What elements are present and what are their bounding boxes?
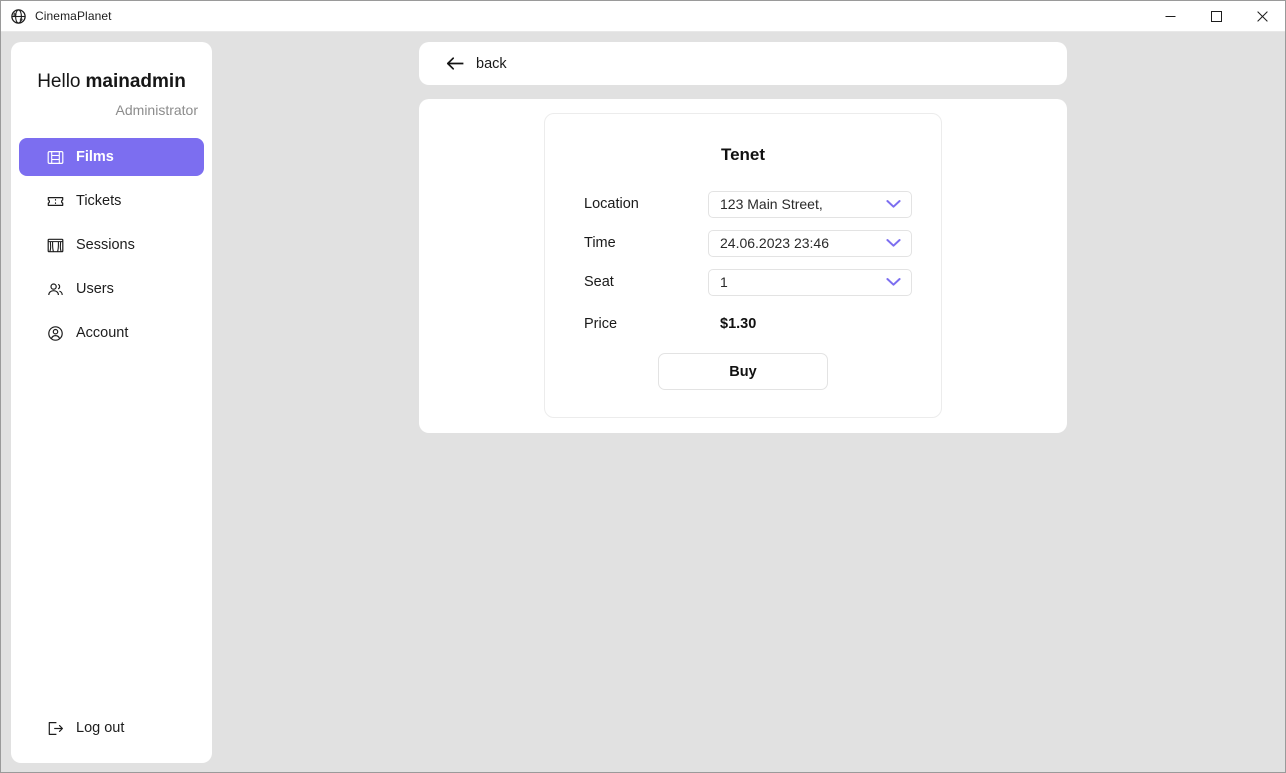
- globe-icon: [10, 8, 27, 25]
- seat-select[interactable]: 1: [708, 268, 912, 296]
- application-body: Hello mainadmin Administrator Films Tick…: [1, 32, 1285, 772]
- greeting-hello: Hello: [37, 71, 81, 92]
- seat-label: Seat: [584, 274, 614, 290]
- back-button[interactable]: back: [442, 52, 511, 76]
- chevron-down-icon: [886, 278, 901, 287]
- sidebar-item-users[interactable]: Users: [19, 270, 204, 308]
- application-window: CinemaPlanet Hello mainadmin Administrat…: [0, 0, 1286, 773]
- maximize-icon: [1210, 10, 1222, 22]
- form-row-price: Price $1.30: [545, 305, 941, 343]
- back-label: back: [476, 55, 507, 72]
- sidebar: Hello mainadmin Administrator Films Tick…: [11, 42, 212, 763]
- sidebar-item-label: Users: [76, 281, 114, 297]
- minimize-icon: [1165, 11, 1176, 22]
- sidebar-item-label: Sessions: [76, 237, 135, 253]
- buy-button[interactable]: Buy: [658, 353, 828, 390]
- user-role: Administrator: [115, 102, 198, 118]
- price-value: $1.30: [720, 316, 757, 332]
- curtain-icon: [46, 236, 64, 254]
- account-icon: [46, 324, 64, 342]
- time-value: 24.06.2023 23:46: [720, 235, 829, 251]
- close-icon: [1256, 10, 1268, 22]
- arrow-left-icon: [446, 56, 465, 71]
- sidebar-item-tickets[interactable]: Tickets: [19, 182, 204, 220]
- logout-label: Log out: [76, 720, 125, 736]
- location-label: Location: [584, 196, 639, 212]
- booking-panel: Tenet Location 123 Main Street, Time 24.…: [544, 113, 942, 418]
- sidebar-item-sessions[interactable]: Sessions: [19, 226, 204, 264]
- film-title: Tenet: [720, 145, 766, 164]
- sidebar-item-label: Tickets: [76, 193, 122, 209]
- minimize-button[interactable]: [1147, 1, 1193, 32]
- window-title: CinemaPlanet: [35, 9, 112, 23]
- greeting: Hello mainadmin: [11, 71, 212, 93]
- titlebar-identity: CinemaPlanet: [1, 8, 112, 25]
- buy-button-wrap: Buy: [545, 353, 941, 390]
- sidebar-item-account[interactable]: Account: [19, 314, 204, 352]
- location-select[interactable]: 123 Main Street,: [708, 190, 912, 218]
- sidebar-item-films[interactable]: Films: [19, 138, 204, 176]
- time-label: Time: [584, 235, 616, 251]
- form-row-location: Location 123 Main Street,: [545, 185, 941, 223]
- ticket-icon: [46, 192, 64, 210]
- logout-icon: [46, 719, 64, 737]
- sidebar-item-label: Account: [76, 325, 129, 341]
- close-button[interactable]: [1239, 1, 1285, 32]
- window-titlebar: CinemaPlanet: [1, 1, 1285, 32]
- seat-value: 1: [720, 274, 728, 290]
- chevron-down-icon: [886, 239, 901, 248]
- topbar: back: [419, 42, 1067, 85]
- logout-button[interactable]: Log out: [11, 709, 212, 747]
- price-label: Price: [584, 316, 618, 332]
- booking-form: Location 123 Main Street, Time 24.06.202…: [545, 185, 941, 390]
- sidebar-nav: Films Tickets Sessions Users Account: [11, 138, 212, 352]
- location-value: 123 Main Street,: [720, 196, 823, 212]
- users-icon: [46, 280, 64, 298]
- form-row-seat: Seat 1: [545, 263, 941, 301]
- film-icon: [46, 148, 64, 166]
- maximize-button[interactable]: [1193, 1, 1239, 32]
- sidebar-item-label: Films: [76, 149, 114, 165]
- chevron-down-icon: [886, 200, 901, 209]
- time-select[interactable]: 24.06.2023 23:46: [708, 229, 912, 257]
- form-row-time: Time 24.06.2023 23:46: [545, 224, 941, 262]
- content-card: Tenet Location 123 Main Street, Time 24.…: [419, 99, 1067, 433]
- greeting-username: mainadmin: [85, 71, 186, 92]
